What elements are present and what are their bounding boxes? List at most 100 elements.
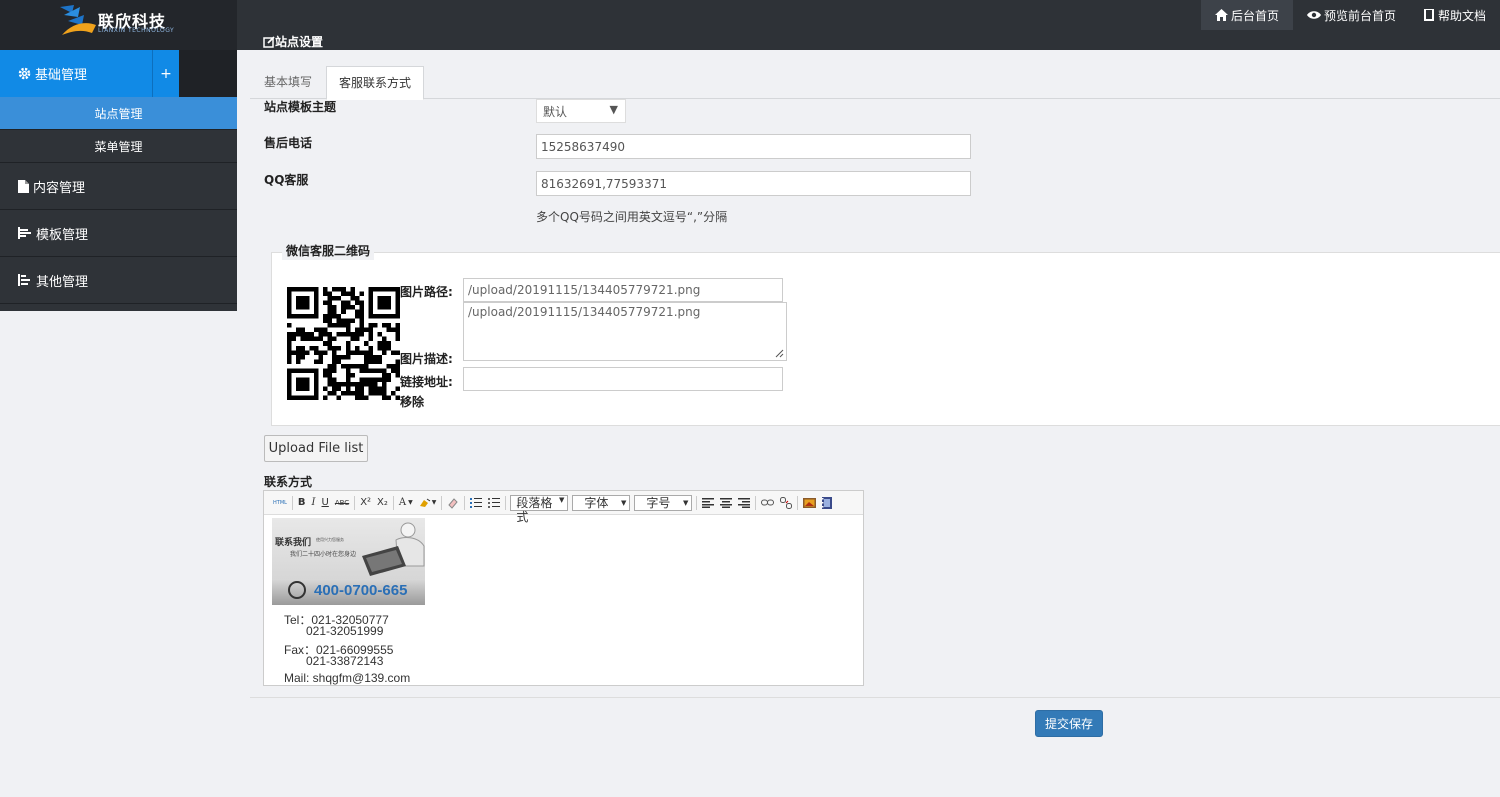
subscript-button[interactable]: X₂: [374, 494, 391, 512]
fax-line-2: 021-33872143: [306, 654, 384, 668]
align-center-button[interactable]: [717, 494, 735, 512]
tab-customer-service[interactable]: 客服联系方式: [326, 66, 425, 100]
italic-button[interactable]: I: [309, 494, 319, 512]
caret-icon: ▼: [408, 499, 413, 506]
align-right-button[interactable]: [735, 494, 753, 512]
html-source-button[interactable]: HTML: [270, 494, 290, 512]
editor-content[interactable]: 联系我们 使用兴力您服务 我们二十四小时在您身边 400-0700-665 Te…: [272, 518, 862, 685]
insert-video-button[interactable]: [819, 494, 835, 512]
unordered-list-button[interactable]: [485, 494, 503, 512]
phone-icon: [288, 581, 306, 599]
logo-mark-icon: [60, 5, 96, 35]
tab-basic[interactable]: 基本填写: [252, 66, 324, 99]
sidebar-group-basic-head: 基础管理: [0, 50, 152, 97]
qr-code-image: [287, 287, 400, 400]
eraser-icon: [448, 497, 459, 509]
tab-bar: 基本填写 客服联系方式: [250, 66, 1500, 100]
image-path-label: 图片路径:: [400, 285, 453, 299]
link-label: 链接地址:: [400, 375, 453, 389]
remove-link[interactable]: 移除: [400, 393, 424, 410]
edit-icon: [263, 35, 275, 48]
toolbar-divider: [464, 495, 466, 510]
sidebar-group-template[interactable]: 模板管理: [0, 210, 237, 257]
superscript-button[interactable]: X²: [357, 494, 374, 512]
sidebar: 基础管理 + 站点管理 菜单管理 内容管理 模板管理 其他管理: [0, 50, 237, 311]
contact-banner-image: 联系我们 使用兴力您服务 我们二十四小时在您身边 400-0700-665: [272, 518, 425, 605]
caret-icon: ▼: [683, 498, 689, 507]
caret-icon: ▼: [431, 499, 437, 506]
dropdown-arrow-icon: ▼: [609, 103, 618, 116]
rich-text-editor: HTML B I U ABC X² X₂ A ▼ ▼ 段落格式 ▼ 字体 ▼ 字…: [263, 490, 864, 686]
banner-service: 我们二十四小时在您身边: [290, 552, 357, 558]
image-icon: [803, 497, 817, 508]
strikethrough-button[interactable]: ABC: [332, 494, 352, 512]
align-left-button[interactable]: [699, 494, 717, 512]
hotline-number: 400-0700-665: [314, 582, 408, 599]
qq-label: QQ客服: [264, 173, 309, 187]
link-icon: [761, 499, 775, 505]
wechat-qr-legend: 微信客服二维码: [282, 242, 375, 260]
image-desc-textarea[interactable]: /upload/20191115/134405779721.png: [463, 302, 787, 361]
sidebar-item-site[interactable]: 站点管理: [0, 97, 237, 130]
qq-input[interactable]: 81632691,77593371: [536, 171, 971, 196]
unlink-icon: [780, 496, 793, 509]
book-icon: [1423, 9, 1434, 21]
bold-button[interactable]: B: [295, 494, 309, 512]
unlink-button[interactable]: [777, 494, 795, 512]
sidebar-group-content[interactable]: 内容管理: [0, 163, 237, 210]
ordered-list-icon: [470, 498, 483, 508]
align-right-icon: [738, 497, 751, 508]
laptop-person-icon: [362, 522, 425, 576]
banner-title: 联系我们: [275, 537, 312, 547]
template-select[interactable]: 默认 ▼: [536, 99, 626, 123]
contact-label: 联系方式: [264, 475, 313, 489]
toolbar-divider: [696, 495, 698, 510]
phone-input[interactable]: 15258637490: [536, 134, 971, 159]
toolbar-divider: [797, 495, 799, 510]
footer-divider: [250, 697, 1500, 698]
template-label: 站点模板主题: [264, 100, 337, 114]
highlight-button[interactable]: ▼: [416, 494, 440, 512]
underline-button[interactable]: U: [319, 494, 332, 512]
image-path-input[interactable]: /upload/20191115/134405779721.png: [463, 278, 783, 302]
upload-file-list-button[interactable]: Upload File list: [264, 435, 368, 462]
align-icon: [18, 274, 30, 286]
submit-save-button[interactable]: 提交保存: [1035, 710, 1103, 737]
sidebar-group-basic[interactable]: 基础管理 +: [0, 50, 237, 97]
sidebar-item-menu[interactable]: 菜单管理: [0, 130, 237, 163]
nav-help-docs[interactable]: 帮助文档: [1410, 0, 1500, 30]
nav-admin-home[interactable]: 后台首页: [1200, 0, 1293, 30]
align-left-icon: [702, 497, 715, 508]
align-center-icon: [720, 497, 733, 508]
tree-icon: [18, 227, 31, 239]
phone-label: 售后电话: [264, 136, 313, 150]
insert-link-button[interactable]: [758, 494, 777, 512]
font-color-button[interactable]: A ▼: [396, 494, 416, 512]
ordered-list-button[interactable]: [467, 494, 485, 512]
wechat-qr-fieldset: 微信客服二维码 图片路径: /upload/20191115/134405779…: [271, 242, 1500, 426]
caret-icon: ▼: [559, 495, 565, 504]
expand-toggle-button[interactable]: +: [152, 50, 179, 97]
toolbar-divider: [291, 495, 293, 510]
sidebar-group-other[interactable]: 其他管理: [0, 257, 237, 304]
font-size-select[interactable]: 字号 ▼: [634, 494, 693, 511]
resize-handle-icon[interactable]: [774, 348, 784, 358]
font-family-select[interactable]: 字体 ▼: [572, 494, 631, 511]
sub-bar: 站点设置: [237, 30, 1500, 50]
gear-icon: [18, 67, 31, 80]
home-icon: [1214, 9, 1228, 21]
banner-slogan: 使用兴力您服务: [316, 537, 344, 542]
link-input[interactable]: [463, 367, 783, 391]
toolbar-divider: [755, 495, 757, 510]
editor-toolbar: HTML B I U ABC X² X₂ A ▼ ▼ 段落格式 ▼ 字体 ▼ 字…: [264, 491, 863, 524]
unordered-list-icon: [488, 498, 501, 508]
eye-icon: [1306, 11, 1321, 19]
insert-image-button[interactable]: [800, 494, 819, 512]
paragraph-format-select[interactable]: 段落格式 ▼: [510, 494, 569, 524]
toolbar-divider: [392, 495, 394, 510]
toolbar-divider: [441, 495, 443, 510]
nav-preview-front[interactable]: 预览前台首页: [1293, 0, 1410, 30]
tel-line-2: 021-32051999: [306, 624, 384, 638]
page-title: 站点设置: [263, 33, 323, 50]
clear-format-button[interactable]: [444, 494, 462, 512]
